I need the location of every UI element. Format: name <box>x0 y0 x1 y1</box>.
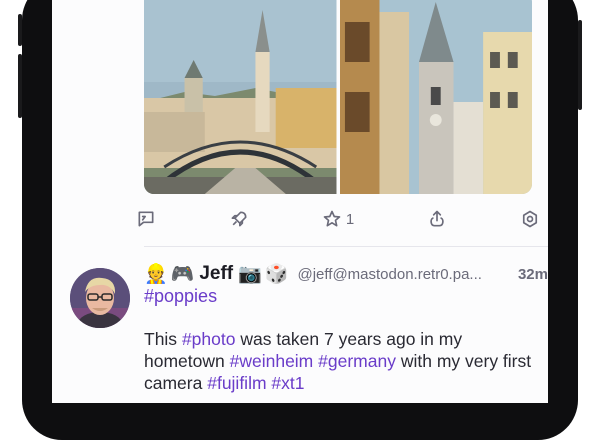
post-action-bar: 1 <box>136 204 540 234</box>
media-image-bridge[interactable] <box>144 0 337 194</box>
post-media <box>144 0 532 194</box>
avatar[interactable] <box>70 268 130 328</box>
share-icon <box>430 210 444 227</box>
phone-side-button <box>578 20 582 110</box>
content-text: This <box>144 329 182 349</box>
media-image-tower[interactable] <box>339 0 532 194</box>
boost-button[interactable] <box>229 209 249 229</box>
boost-icon <box>231 211 247 227</box>
worker-emoji: 👷 <box>144 264 168 285</box>
star-icon <box>323 210 341 227</box>
post-content: This #photo was taken 7 years ago in my … <box>144 328 544 394</box>
app-screen: 1 👷 🎮 Jeff 📷 🎲 @jeff@mastodon.retr0.pa..… <box>52 0 548 403</box>
gamepad-emoji: 🎮 <box>170 264 195 285</box>
hashtag-link[interactable]: #germany <box>318 351 396 371</box>
author-name[interactable]: Jeff <box>199 263 233 285</box>
hashtag-link[interactable]: #xt1 <box>271 373 304 393</box>
post-header: 👷 🎮 Jeff 📷 🎲 @jeff@mastodon.retr0.pa... … <box>144 262 548 286</box>
hashtag-link[interactable]: #photo <box>182 329 236 349</box>
favourite-button[interactable]: 1 <box>322 209 354 229</box>
dice-emoji: 🎲 <box>264 264 289 285</box>
more-button[interactable] <box>520 209 540 229</box>
hashtag-link[interactable]: #fujifilm <box>207 373 266 393</box>
reply-button[interactable] <box>136 209 156 229</box>
post-timestamp: 32m <box>517 265 548 283</box>
phone-side-button <box>18 14 22 46</box>
phone-side-button <box>18 54 22 118</box>
reply-icon <box>138 211 154 227</box>
share-button[interactable] <box>427 209 447 229</box>
more-icon <box>522 210 538 228</box>
post-divider <box>144 246 548 247</box>
camera-emoji: 📷 <box>238 264 262 285</box>
favourite-count: 1 <box>345 210 355 228</box>
hashtag-link[interactable]: #weinheim <box>230 351 314 371</box>
author-handle[interactable]: @jeff@mastodon.retr0.pa... <box>297 266 481 283</box>
header-hashtag[interactable]: #poppies <box>144 286 217 307</box>
